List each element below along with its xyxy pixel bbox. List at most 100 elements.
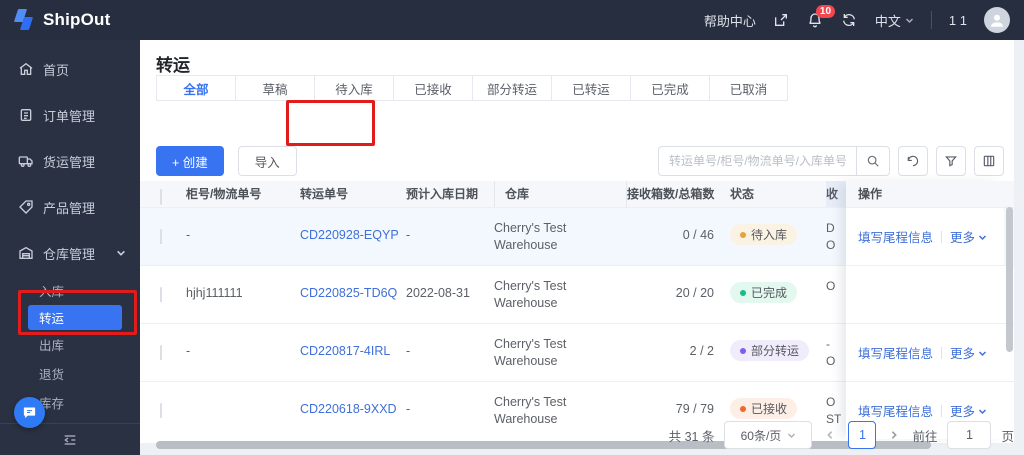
toolbar: + 创建 导入 <box>140 143 1014 179</box>
order-icon <box>18 107 34 123</box>
sidebar-item-warehouse[interactable]: 仓库管理 <box>0 230 140 276</box>
filter-button[interactable] <box>936 146 966 176</box>
warehouse-cell: Cherry's Test Warehouse <box>494 279 567 310</box>
status-cell: 待入库 <box>730 208 826 245</box>
person-icon <box>991 14 1003 27</box>
tab-全部[interactable]: 全部 <box>156 75 235 100</box>
column-settings-button[interactable] <box>974 146 1004 176</box>
more-link[interactable]: 更多 <box>950 227 987 246</box>
fill-lastmile-link[interactable]: 填写尾程信息 <box>858 401 933 420</box>
sidebar-subitem-退货[interactable]: 退货 <box>0 359 140 388</box>
sidebar-item-home[interactable]: 首页 <box>0 46 140 92</box>
transfer-no-link[interactable]: CD220928-EQYP <box>300 228 399 242</box>
fill-lastmile-link[interactable]: 填写尾程信息 <box>858 227 933 246</box>
status-dot-icon <box>740 289 746 296</box>
operations-fixed-column: 操作 填写尾程信息 更多 填写尾程信息 更多 填写尾程信息 更多 <box>846 181 1004 439</box>
main-content: 转运 全部 草稿 待入库 已接收 部分转运 已转运 已完成 已取消 + 创建 导入 <box>140 40 1024 455</box>
search-input[interactable] <box>658 146 856 176</box>
tab-已完成[interactable]: 已完成 <box>630 75 709 100</box>
notifications-bell-icon[interactable]: 10 <box>807 4 836 29</box>
reset-button[interactable] <box>898 146 928 176</box>
row-checkbox[interactable] <box>160 345 162 360</box>
help-center-link[interactable]: 帮助中心 <box>704 11 756 30</box>
boxes-cell: 79 / 79 <box>675 402 714 416</box>
header-checkbox-cell <box>140 178 186 210</box>
transfer-table: 柜号/物流单号 转运单号 预计入库日期 仓库 接收箱数/总箱数 状态收 - CD220928… <box>140 178 1014 449</box>
status-cell: 已完成 <box>730 266 826 303</box>
language-selector[interactable]: 中文 <box>875 11 914 30</box>
status-badge: 待入库 <box>730 224 798 245</box>
sidebar-subitem-入库[interactable]: 入库 <box>0 276 140 305</box>
row-checkbox[interactable] <box>160 229 162 244</box>
row-checkbox-cell <box>140 382 186 418</box>
chat-button[interactable] <box>14 397 45 428</box>
chevron-down-icon <box>978 347 987 361</box>
share-icon[interactable] <box>773 12 790 29</box>
status-label: 部分转运 <box>751 344 800 358</box>
operations-header: 操作 <box>846 181 1004 207</box>
current-page-button[interactable]: 1 <box>848 421 877 449</box>
more-link[interactable]: 更多 <box>950 343 987 362</box>
sidebar-subitem-转运[interactable]: 转运 <box>28 305 122 330</box>
status-tabs: 全部 草稿 待入库 已接收 部分转运 已转运 已完成 已取消 <box>156 75 788 101</box>
row-checkbox[interactable] <box>160 287 162 302</box>
tag-icon <box>18 199 34 215</box>
warehouse-cell: Cherry's Test Warehouse <box>494 395 567 426</box>
status-cell: 部分转运 <box>730 324 826 361</box>
status-label: 待入库 <box>751 228 788 242</box>
ops-divider <box>941 346 943 359</box>
vertical-scrollbar-thumb[interactable] <box>1006 207 1013 352</box>
collapse-sidebar-icon <box>64 434 76 445</box>
row-checkbox[interactable] <box>160 403 162 418</box>
home-icon <box>18 61 34 77</box>
avatar[interactable] <box>984 7 1010 33</box>
select-all-checkbox[interactable] <box>160 189 162 205</box>
clipped-cell: O <box>826 266 848 295</box>
status-dot-icon <box>740 347 746 354</box>
goto-page-input[interactable] <box>947 421 992 449</box>
chevron-left-icon <box>827 431 833 439</box>
transfer-no-link[interactable]: CD220817-4IRL <box>300 344 390 358</box>
transfer-no-link[interactable]: CD220825-TD6Q <box>300 286 397 300</box>
boxes-cell: 20 / 20 <box>675 286 714 300</box>
sidebar-collapse-button[interactable] <box>0 423 140 455</box>
clipped-cell: -O <box>826 324 848 370</box>
page-unit-label: 页 <box>1001 429 1014 444</box>
operations-cell: 填写尾程信息 更多 <box>846 323 1004 381</box>
tab-待入库[interactable]: 待入库 <box>314 75 393 100</box>
sidebar-item-label: 仓库管理 <box>43 246 96 262</box>
page-size-select[interactable]: 60条/页 <box>724 421 813 449</box>
content-card: 转运 全部 草稿 待入库 已接收 部分转运 已转运 已完成 已取消 + 创建 导入 <box>140 40 1014 449</box>
col-boxes: 接收箱数/总箱数 <box>626 181 730 207</box>
create-button[interactable]: + 创建 <box>156 146 224 176</box>
boxes-cell: 2 / 2 <box>689 344 714 358</box>
row-checkbox-cell <box>140 324 186 360</box>
sync-icon[interactable] <box>841 12 858 29</box>
sidebar-subitem-出库[interactable]: 出库 <box>0 330 140 359</box>
chat-bubble-icon <box>23 407 36 419</box>
status-cell: 已接收 <box>730 382 826 419</box>
tab-部分转运[interactable]: 部分转运 <box>472 75 551 100</box>
prev-page-button[interactable] <box>822 430 838 440</box>
sidebar-item-truck[interactable]: 货运管理 <box>0 138 140 184</box>
sidebar-item-order[interactable]: 订单管理 <box>0 92 140 138</box>
fill-lastmile-link[interactable]: 填写尾程信息 <box>858 343 933 362</box>
tab-已转运[interactable]: 已转运 <box>551 75 630 100</box>
more-link[interactable]: 更多 <box>950 401 987 420</box>
import-button[interactable]: 导入 <box>237 146 297 176</box>
tab-已取消[interactable]: 已取消 <box>709 75 788 100</box>
shipout-logo-icon <box>13 9 36 31</box>
tab-已接收[interactable]: 已接收 <box>393 75 472 100</box>
col-warehouse: 仓库 <box>494 181 626 207</box>
tab-草稿[interactable]: 草稿 <box>235 75 314 100</box>
sidebar-item-tag[interactable]: 产品管理 <box>0 184 140 230</box>
total-count: 共 31 条 <box>668 429 715 444</box>
search-button[interactable] <box>856 146 890 176</box>
transfer-no-cell: CD220825-TD6Q <box>300 266 406 300</box>
clipped-text: D <box>826 221 835 235</box>
row-checkbox-cell <box>140 266 186 302</box>
next-page-button[interactable] <box>886 430 902 440</box>
transfer-no-cell: CD220618-9XXD <box>300 382 406 416</box>
notification-badge: 10 <box>815 4 836 18</box>
transfer-no-link[interactable]: CD220618-9XXD <box>300 402 397 416</box>
